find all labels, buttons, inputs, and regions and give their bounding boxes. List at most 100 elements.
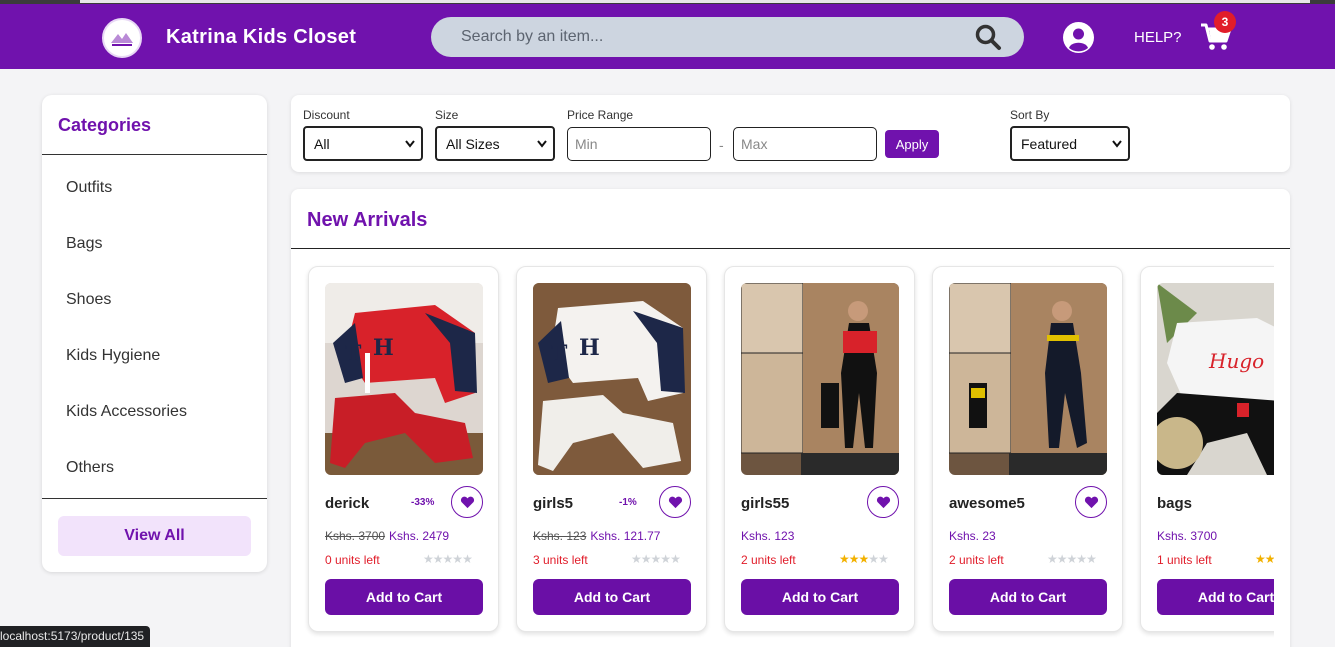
category-shoes[interactable]: Shoes	[66, 291, 111, 309]
category-others[interactable]: Others	[66, 459, 114, 477]
chevron-down-icon	[537, 140, 547, 148]
star-icon: ★	[1264, 552, 1274, 566]
site-header: Katrina Kids Closet HELP?	[0, 4, 1335, 69]
product-price: Kshs. 23	[949, 529, 996, 543]
account-icon[interactable]	[1063, 22, 1094, 53]
star-icon: ★	[640, 552, 652, 566]
discount-badge: -33%	[411, 497, 435, 508]
heart-icon	[460, 496, 474, 508]
star-icon: ★	[462, 552, 473, 566]
product-name[interactable]: bags	[1157, 495, 1192, 512]
add-to-cart-button[interactable]: Add to Cart	[1157, 579, 1274, 615]
star-icon: ★	[650, 552, 662, 566]
new-arrivals-section: New Arrivals T H derick -33% Kshs. 3700 …	[291, 189, 1290, 647]
heart-icon	[876, 496, 890, 508]
star-icon: ★	[670, 552, 681, 566]
category-outfits[interactable]: Outfits	[66, 179, 112, 197]
product-card[interactable]: awesome5 Kshs. 23 2 units left ★★★★★ Add…	[932, 266, 1123, 632]
stock-status: 3 units left	[533, 553, 588, 567]
sale-price: Kshs. 3700	[1157, 529, 1218, 543]
original-price: Kshs. 3700	[325, 529, 386, 543]
stock-status: 0 units left	[325, 553, 380, 567]
product-name[interactable]: awesome5	[949, 495, 1025, 512]
discount-label: Discount	[303, 108, 350, 122]
product-card[interactable]: Hugo bags Kshs. 3700 1 units left ★★★★★ …	[1140, 266, 1274, 632]
product-card[interactable]: girls55 Kshs. 123 2 units left ★★★★★ Add…	[724, 266, 915, 632]
sale-price: Kshs. 121.77	[590, 529, 661, 543]
apply-price-button[interactable]: Apply	[885, 130, 939, 158]
stock-status: 1 units left	[1157, 553, 1212, 567]
product-carousel[interactable]: T H derick -33% Kshs. 3700 Kshs. 2479 0 u…	[291, 249, 1274, 647]
stock-status: 2 units left	[949, 553, 1004, 567]
add-to-cart-button[interactable]: Add to Cart	[741, 579, 899, 615]
product-card[interactable]: T H girls5 -1% Kshs. 123 Kshs. 121.77 3 u…	[516, 266, 707, 632]
product-image[interactable]	[949, 283, 1107, 475]
category-bags[interactable]: Bags	[66, 235, 102, 253]
product-image[interactable]: T H	[533, 283, 691, 475]
chevron-down-icon	[405, 140, 415, 148]
svg-text:Hugo: Hugo	[1208, 349, 1264, 373]
categories-sidebar: Categories Outfits Bags Shoes Kids Hygie…	[42, 95, 267, 572]
star-icon: ★	[839, 552, 850, 566]
brand-name[interactable]: Katrina Kids Closet	[166, 26, 356, 49]
store-logo[interactable]	[102, 18, 142, 58]
product-image[interactable]: Hugo	[1157, 283, 1274, 475]
wishlist-button[interactable]	[1075, 486, 1107, 518]
logo-icon	[111, 33, 133, 46]
product-name[interactable]: derick	[325, 495, 369, 512]
star-icon: ★	[868, 552, 879, 566]
price-separator: -	[719, 137, 724, 153]
discount-select[interactable]: All	[303, 126, 423, 161]
add-to-cart-button[interactable]: Add to Cart	[949, 579, 1107, 615]
search-input[interactable]	[461, 17, 961, 57]
product-name[interactable]: girls5	[533, 495, 573, 512]
add-to-cart-button[interactable]: Add to Cart	[533, 579, 691, 615]
new-arrivals-title: New Arrivals	[307, 209, 428, 231]
star-icon: ★	[1255, 552, 1266, 566]
wishlist-button[interactable]	[451, 486, 483, 518]
size-label: Size	[435, 108, 459, 122]
sale-price: Kshs. 2479	[389, 529, 450, 543]
star-icon: ★	[1076, 552, 1087, 566]
star-rating: ★★★★★	[839, 552, 889, 566]
product-card[interactable]: T H derick -33% Kshs. 3700 Kshs. 2479 0 u…	[308, 266, 499, 632]
star-rating: ★★★★★	[1047, 552, 1097, 566]
heart-icon	[668, 496, 682, 508]
sale-price: Kshs. 123	[741, 529, 795, 543]
sort-select[interactable]: Featured	[1010, 126, 1130, 161]
category-kids-hygiene[interactable]: Kids Hygiene	[66, 347, 160, 365]
star-icon: ★	[858, 552, 870, 566]
star-icon: ★	[442, 552, 454, 566]
product-image[interactable]: T H	[325, 283, 483, 475]
search-icon[interactable]	[974, 23, 1002, 51]
sort-select-value: Featured	[1021, 135, 1078, 152]
star-icon: ★	[631, 552, 642, 566]
product-image[interactable]	[741, 283, 899, 475]
add-to-cart-button[interactable]: Add to Cart	[325, 579, 483, 615]
svg-text:T: T	[345, 341, 362, 367]
price-max-input[interactable]	[733, 127, 877, 161]
wishlist-button[interactable]	[867, 486, 899, 518]
product-price: Kshs. 3700	[1157, 529, 1217, 543]
star-icon: ★	[1056, 552, 1068, 566]
size-select[interactable]: All Sizes	[435, 126, 555, 161]
search-bar	[431, 17, 1024, 57]
product-price: Kshs. 3700 Kshs. 2479	[325, 529, 449, 543]
star-rating: ★★★★★	[423, 552, 473, 566]
help-link[interactable]: HELP?	[1134, 29, 1182, 46]
svg-text:H: H	[579, 335, 600, 361]
price-min-input[interactable]	[567, 127, 711, 161]
product-name[interactable]: girls55	[741, 495, 789, 512]
product-price: Kshs. 123	[741, 529, 794, 543]
price-range-label: Price Range	[567, 108, 634, 122]
star-icon: ★	[432, 552, 444, 566]
product-price: Kshs. 123 Kshs. 121.77	[533, 529, 660, 543]
category-kids-accessories[interactable]: Kids Accessories	[66, 403, 187, 421]
divider	[42, 154, 267, 155]
star-icon: ★	[878, 552, 889, 566]
star-icon: ★	[452, 552, 463, 566]
view-all-button[interactable]: View All	[58, 516, 251, 556]
chevron-down-icon	[1112, 140, 1122, 148]
sale-price: Kshs. 23	[949, 529, 996, 543]
wishlist-button[interactable]	[659, 486, 691, 518]
